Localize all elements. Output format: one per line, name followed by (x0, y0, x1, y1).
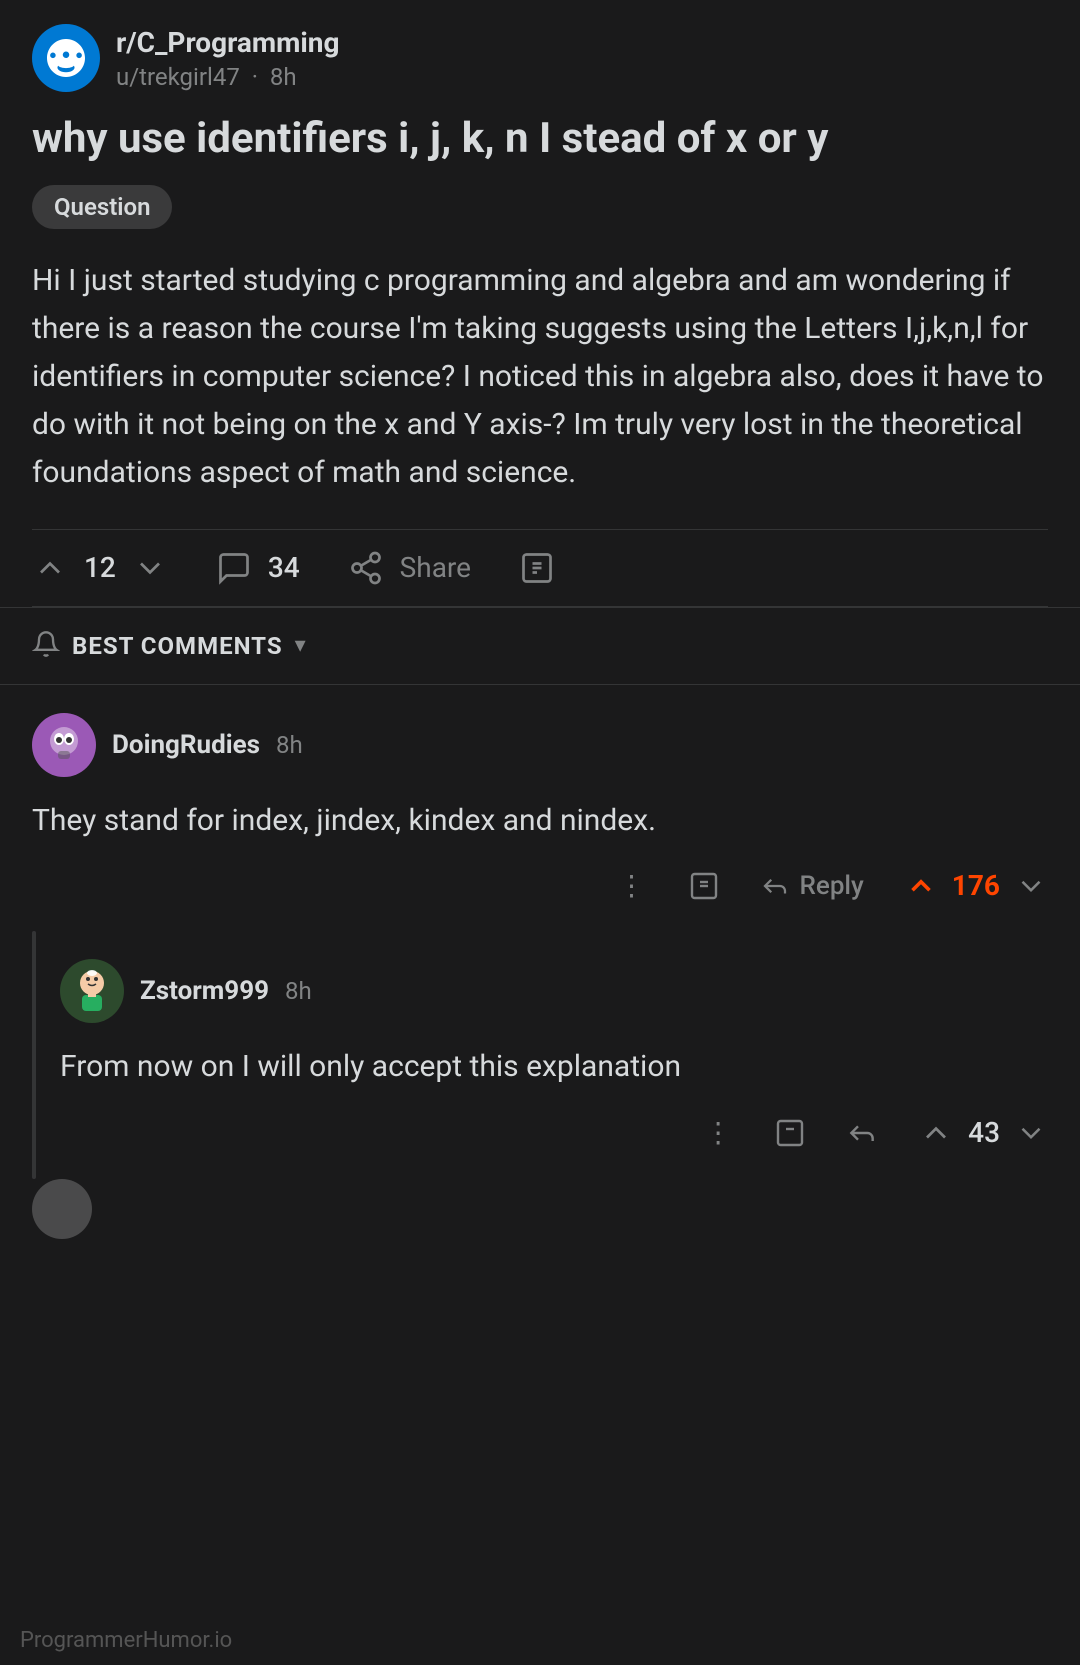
bell-icon (32, 630, 60, 658)
comments-action[interactable]: 34 (216, 550, 300, 586)
nested-comment-1-actions: ⋮ (60, 1115, 1080, 1151)
reply-button[interactable]: Reply (760, 871, 864, 901)
reply-label: Reply (800, 871, 864, 901)
nesting-line (32, 931, 36, 1179)
nested-comment-1-header: Zstorm999 8h (60, 959, 1080, 1023)
subreddit-name[interactable]: r/C_Programming (116, 26, 340, 59)
comment-1-body: They stand for index, jindex, kindex and… (32, 797, 1048, 845)
upvote-icon (32, 550, 68, 586)
downvote-icon (132, 550, 168, 586)
comment-1-upvote-button[interactable] (904, 869, 938, 903)
nested-more-options-button[interactable]: ⋮ (704, 1116, 734, 1149)
comment-1-header: DoingRudies 8h (32, 713, 1048, 777)
nested-save-icon (774, 1117, 806, 1149)
post-meta: r/C_Programming u/trekgirl47 · 8h (116, 26, 340, 91)
share-network-icon (348, 550, 384, 586)
character-avatar-icon (68, 967, 116, 1015)
share-action[interactable]: Share (348, 550, 471, 586)
more-comment-preview (32, 1179, 1080, 1259)
alien-avatar-icon (42, 723, 86, 767)
post-header: r/C_Programming u/trekgirl47 · 8h (32, 24, 1048, 92)
comment-1-avatar (32, 713, 96, 777)
vote-group: 12 (32, 550, 168, 586)
post-title: why use identifiers i, j, k, n I stead o… (32, 112, 1048, 167)
nested-comment-1: Zstorm999 8h From now on I will only acc… (60, 931, 1080, 1179)
nested-comment-1-meta: Zstorm999 8h (140, 976, 312, 1006)
comment-bubble-icon (216, 550, 252, 586)
nested-comment-container: Zstorm999 8h From now on I will only acc… (32, 931, 1080, 1179)
nested-comment-1-username[interactable]: Zstorm999 (140, 976, 269, 1006)
comments-sort-bar[interactable]: BEST COMMENTS ▾ (0, 608, 1080, 684)
save-action[interactable] (519, 550, 555, 586)
comment-1-actions: ⋮ Reply (32, 869, 1048, 903)
nested-reply-button[interactable] (846, 1117, 878, 1149)
upvote-count: 12 (84, 551, 116, 584)
nested-upvote-button[interactable] (918, 1115, 954, 1151)
comment-1-username[interactable]: DoingRudies (112, 730, 260, 760)
share-label: Share (400, 551, 471, 584)
sort-icon (32, 630, 60, 662)
save-comment-icon (688, 870, 720, 902)
comment-1-vote-group: 176 (904, 869, 1048, 903)
nested-comment-1-vote-group: 43 (918, 1115, 1048, 1151)
sort-label: BEST COMMENTS (72, 632, 283, 660)
comment-1-meta: DoingRudies 8h (112, 730, 303, 760)
nested-save-button[interactable] (774, 1117, 806, 1149)
post-author-time: u/trekgirl47 · 8h (116, 63, 340, 91)
nested-reply-icon (846, 1117, 878, 1149)
post-body: Hi I just started studying c programming… (32, 257, 1048, 497)
save-icon (519, 550, 555, 586)
nested-comment-1-body: From now on I will only accept this expl… (60, 1043, 1080, 1091)
nested-downvote-button[interactable] (1014, 1116, 1048, 1150)
post-flair[interactable]: Question (32, 185, 172, 229)
nested-comment-1-time: 8h (285, 977, 312, 1005)
more-options-button[interactable]: ⋮ (618, 869, 648, 902)
upvote-button[interactable] (32, 550, 68, 586)
upvote-filled-icon (904, 869, 938, 903)
nested-downvote-icon (1014, 1116, 1048, 1150)
nested-comment-1-avatar (60, 959, 124, 1023)
downvote-outline-icon (1014, 869, 1048, 903)
comment-1-vote-count: 176 (952, 869, 1000, 902)
watermark: ProgrammerHumor.io (20, 1628, 232, 1653)
downvote-button[interactable] (132, 550, 168, 586)
comments-section: DoingRudies 8h They stand for index, jin… (0, 685, 1080, 1259)
reddit-icon (47, 39, 85, 77)
next-comment-avatar (32, 1179, 92, 1239)
share-icon (348, 550, 384, 586)
save-comment-button[interactable] (688, 870, 720, 902)
comment-1-downvote-button[interactable] (1014, 869, 1048, 903)
nested-upvote-icon (918, 1115, 954, 1151)
bookmark-icon (519, 550, 555, 586)
nested-comment-1-vote-count: 43 (968, 1116, 1000, 1149)
comment-count: 34 (268, 551, 300, 584)
post-actions: 12 34 (32, 529, 1048, 607)
post-container: r/C_Programming u/trekgirl47 · 8h why us… (0, 0, 1080, 607)
subreddit-avatar[interactable] (32, 24, 100, 92)
comment-icon (216, 550, 252, 586)
comment-1-time: 8h (276, 731, 303, 759)
sort-chevron: ▾ (295, 633, 306, 658)
reply-icon (760, 871, 790, 901)
comment-1: DoingRudies 8h They stand for index, jin… (0, 685, 1080, 931)
